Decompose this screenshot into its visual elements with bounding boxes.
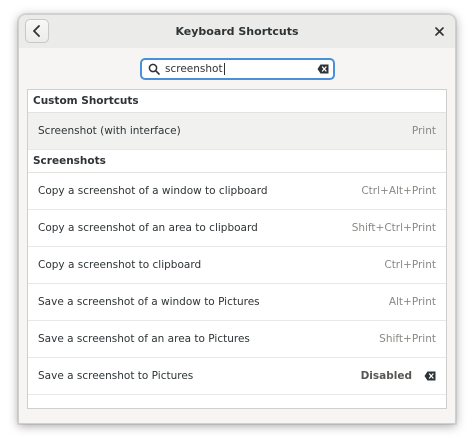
- shortcut-row-screenshot-with-interface[interactable]: Screenshot (with interface) Print: [28, 113, 446, 150]
- shortcut-label: Save a screenshot of a window to Picture…: [38, 296, 260, 308]
- close-icon: [434, 26, 444, 36]
- search-input[interactable]: screenshot: [140, 58, 335, 80]
- window-title: Keyboard Shortcuts: [175, 25, 299, 38]
- shortcut-accelerator: Alt+Print: [388, 296, 436, 308]
- close-button[interactable]: [429, 21, 449, 41]
- shortcut-row-copy-window-clipboard[interactable]: Copy a screenshot of a window to clipboa…: [28, 173, 446, 210]
- shortcut-label: Save a screenshot to Pictures: [38, 370, 194, 382]
- shortcut-row-copy-area-clipboard[interactable]: Copy a screenshot of an area to clipboar…: [28, 210, 446, 247]
- header-bar: Keyboard Shortcuts: [19, 15, 455, 49]
- shortcut-label: Copy a screenshot to clipboard: [38, 259, 202, 271]
- shortcut-label: Screenshot (with interface): [38, 125, 181, 137]
- shortcut-row-save-window-pictures[interactable]: Save a screenshot of a window to Picture…: [28, 284, 446, 321]
- shortcut-label: Copy a screenshot of an area to clipboar…: [38, 222, 258, 234]
- shortcut-row-save-area-pictures[interactable]: Save a screenshot of an area to Pictures…: [28, 321, 446, 358]
- section-header-screenshots: Screenshots: [28, 150, 446, 173]
- shortcut-row-copy-clipboard[interactable]: Copy a screenshot to clipboard Ctrl+Prin…: [28, 247, 446, 284]
- shortcuts-list: Custom Shortcuts Screenshot (with interf…: [27, 89, 447, 409]
- text-caret: [223, 63, 225, 75]
- shortcut-accelerator: Shift+Ctrl+Print: [351, 222, 436, 234]
- shortcut-label: Copy a screenshot of a window to clipboa…: [38, 185, 268, 197]
- section-header-custom-shortcuts: Custom Shortcuts: [28, 90, 446, 113]
- shortcut-row-save-pictures[interactable]: Save a screenshot to Pictures Disabled: [28, 358, 446, 395]
- shortcut-accelerator: Ctrl+Print: [384, 259, 436, 271]
- shortcut-accelerator: Print: [411, 125, 436, 137]
- search-icon: [147, 62, 161, 76]
- search-input-value: screenshot: [165, 63, 223, 75]
- shortcut-accelerator: Shift+Print: [379, 333, 436, 345]
- shortcut-label: Save a screenshot of an area to Pictures: [38, 333, 250, 345]
- search-bar: screenshot: [19, 48, 455, 88]
- shortcut-accelerator: Ctrl+Alt+Print: [361, 185, 436, 197]
- shortcut-accelerator-disabled: Disabled: [360, 370, 412, 382]
- backspace-clear-icon[interactable]: [424, 371, 436, 381]
- backspace-clear-icon[interactable]: [317, 64, 329, 74]
- keyboard-shortcuts-dialog: Keyboard Shortcuts screenshot Custom Sho…: [18, 14, 456, 424]
